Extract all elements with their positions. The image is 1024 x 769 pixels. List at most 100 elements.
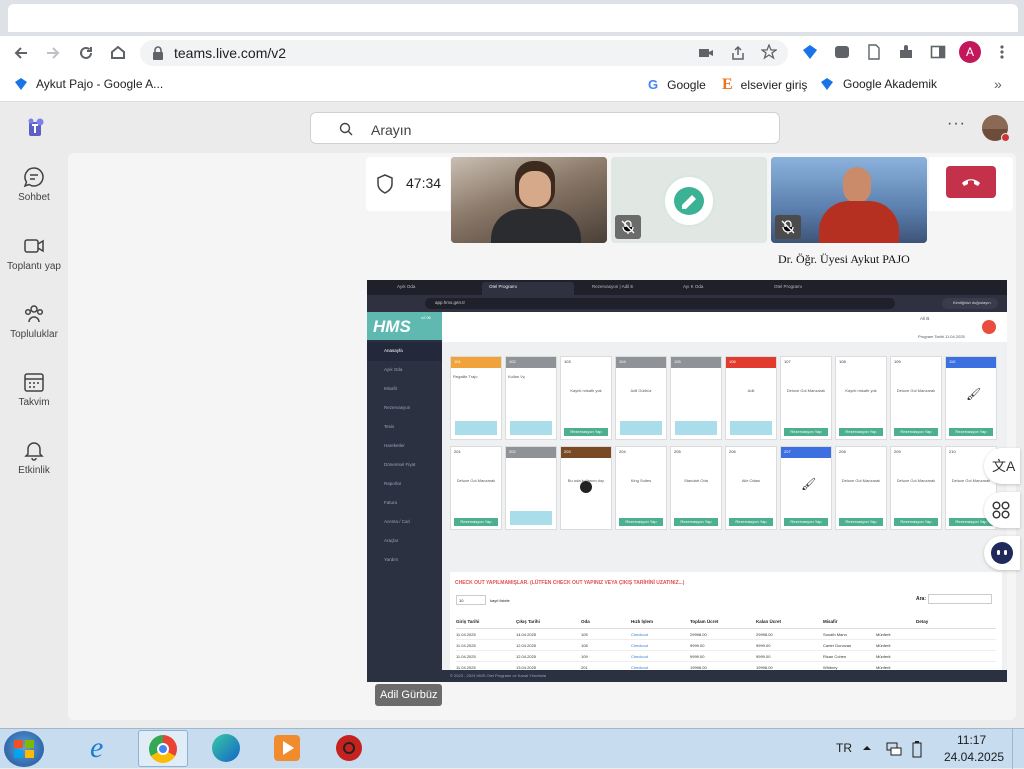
reservation-button[interactable]: Rezervasyon Yap <box>674 518 718 526</box>
taskbar-edge[interactable] <box>200 731 250 767</box>
hms-avatar[interactable] <box>982 320 996 334</box>
room-card[interactable]: 201 Deluxe Gol Manzaralı Rezervasyon Yap <box>450 446 502 530</box>
address-bar[interactable]: teams.live.com/v2 <box>140 40 788 66</box>
extension-icon[interactable] <box>834 44 850 60</box>
more-options-icon[interactable]: ··· <box>947 115 966 133</box>
room-card[interactable]: 209 Deluxe Gol Manzaralı Rezervasyon Yap <box>890 446 942 530</box>
shield-icon[interactable] <box>376 174 394 194</box>
table-row[interactable]: 11.04.2025 14.04.2025 105 Checkout 29998.00 2… <box>456 629 996 640</box>
rail-item-activity[interactable]: Etkinlik <box>0 439 68 476</box>
back-icon[interactable] <box>12 44 30 62</box>
teams-logo-icon[interactable] <box>24 117 46 139</box>
taskbar-app[interactable] <box>324 731 374 767</box>
column-header[interactable]: Oda <box>581 619 590 624</box>
room-card[interactable]: 206 Aile Odası Rezervasyon Yap <box>725 446 777 530</box>
table-cell[interactable]: Checkout <box>631 632 648 637</box>
hms-menu-item[interactable]: Hareketler <box>367 437 442 456</box>
bookmark-item[interactable]: G Google <box>648 77 706 92</box>
translate-button[interactable]: 文A <box>984 448 1020 484</box>
clock-time[interactable]: 11:17 <box>957 733 986 747</box>
room-card[interactable]: 104 Adil Gürbüz <box>615 356 667 440</box>
reload-icon[interactable] <box>77 44 95 62</box>
browser-tab-active[interactable] <box>8 4 1018 32</box>
camera-blocked-icon[interactable] <box>698 46 714 60</box>
room-card[interactable]: 101 Regaille Trajo <box>450 356 502 440</box>
hms-menu-item[interactable]: Dönemsel Fiyat <box>367 456 442 475</box>
room-card[interactable]: 208 Deluxe Gol Manzaralı Rezervasyon Yap <box>835 446 887 530</box>
hms-menu-item[interactable]: Acenta / Cari <box>367 513 442 532</box>
hms-menu-item[interactable]: Raporlar <box>367 475 442 494</box>
reservation-button[interactable]: Rezervasyon Yap <box>784 518 828 526</box>
room-card[interactable]: 103 Kayıtlı misafir yok Rezervasyon Yap <box>560 356 612 440</box>
bookmark-item[interactable]: Google Akademik <box>820 77 937 91</box>
table-cell[interactable]: Checkout <box>631 654 648 659</box>
reservation-button[interactable]: Rezervasyon Yap <box>839 518 883 526</box>
rail-item-meet[interactable]: Toplantı yap <box>0 235 68 272</box>
room-card[interactable]: 108 Kayıtlı misafir yok Rezervasyon Yap <box>835 356 887 440</box>
clock-date[interactable]: 24.04.2025 <box>944 750 1004 764</box>
profile-avatar[interactable]: A <box>959 41 981 63</box>
tray-expand-icon[interactable] <box>862 743 872 753</box>
rail-item-calendar[interactable]: Takvim <box>0 371 68 408</box>
puzzle-icon[interactable] <box>898 44 914 60</box>
reservation-button[interactable]: Rezervasyon Yap <box>454 518 498 526</box>
column-header[interactable]: Toplam Ücret <box>690 619 718 624</box>
column-header[interactable]: Çıkış Tarihi <box>516 619 540 624</box>
reservation-button[interactable]: Rezervasyon Yap <box>839 428 883 436</box>
reservation-button[interactable]: Rezervasyon Yap <box>894 428 938 436</box>
forward-icon[interactable] <box>44 44 62 62</box>
room-card[interactable]: 110 Rezervasyon Yap 🖌 <box>945 356 997 440</box>
rail-item-communities[interactable]: Topluluklar <box>0 303 68 340</box>
hms-menu-item[interactable]: Rezervasyon <box>367 399 442 418</box>
input-language[interactable]: TR <box>836 741 852 755</box>
battery-icon[interactable] <box>912 740 922 758</box>
hms-menu-item[interactable]: Ayık Oda <box>367 361 442 380</box>
extension-icon[interactable] <box>802 44 818 60</box>
start-button[interactable] <box>4 731 44 767</box>
assistant-button[interactable] <box>984 536 1020 570</box>
room-card[interactable]: 205 Standart Oda Rezervasyon Yap <box>670 446 722 530</box>
page-size-select[interactable]: 10 <box>456 595 486 605</box>
bookmarks-more-icon[interactable]: » <box>994 76 1002 92</box>
sidepanel-icon[interactable] <box>930 44 946 60</box>
reservation-button[interactable]: Rezervasyon Yap <box>729 518 773 526</box>
shared-screen[interactable]: Ayık Oda Otel Programı Rezervasyon | Adi… <box>367 280 1007 682</box>
room-card[interactable]: 105 <box>670 356 722 440</box>
hms-menu-item[interactable]: Araçlar <box>367 532 442 551</box>
room-card[interactable]: 109 Deluxe Gol Manzaralı Rezervasyon Yap <box>890 356 942 440</box>
column-header[interactable]: Kalan Ücret <box>756 619 781 624</box>
show-desktop-button[interactable] <box>1012 729 1024 769</box>
apps-button[interactable] <box>984 492 1020 528</box>
room-card[interactable]: 204 King Suites Rezervasyon Yap <box>615 446 667 530</box>
bookmark-item[interactable]: E elsevier giriş <box>722 76 807 94</box>
hms-menu-item[interactable]: Anasayfa <box>367 342 442 361</box>
table-row[interactable]: 11.04.2025 12.04.2025 108 Checkout 9999.00 99… <box>456 640 996 651</box>
document-icon[interactable] <box>866 44 882 60</box>
room-card[interactable]: 106 Adil <box>725 356 777 440</box>
column-header[interactable]: Misafir <box>823 619 838 624</box>
reservation-button[interactable]: Rezervasyon Yap <box>949 428 993 436</box>
reservation-button[interactable]: Rezervasyon Yap <box>894 518 938 526</box>
table-search-input[interactable] <box>928 594 992 604</box>
column-header[interactable]: Hızlı İşlem <box>631 619 653 624</box>
room-card[interactable]: 202 <box>505 446 557 530</box>
rail-item-chat[interactable]: Sohbet <box>0 166 68 203</box>
video-tile[interactable] <box>451 157 607 243</box>
table-cell[interactable]: Checkout <box>631 643 648 648</box>
hms-menu-item[interactable]: Yardım <box>367 551 442 570</box>
hms-menu-item[interactable]: Misafir <box>367 380 442 399</box>
table-row[interactable]: 11.04.2025 12.04.2025 109 Checkout 9999.00 99… <box>456 651 996 662</box>
bookmark-star-icon[interactable] <box>761 44 777 60</box>
reservation-button[interactable]: Rezervasyon Yap <box>564 428 608 436</box>
room-card[interactable]: 102 Kullan Vç <box>505 356 557 440</box>
hms-menu-item[interactable]: Fatura <box>367 494 442 513</box>
hms-menu-item[interactable]: Tesis <box>367 418 442 437</box>
reservation-button[interactable]: Rezervasyon Yap <box>619 518 663 526</box>
share-icon[interactable] <box>730 45 746 61</box>
taskbar-ie[interactable]: e <box>80 731 130 767</box>
column-header[interactable]: Giriş Tarihi <box>456 619 479 624</box>
reservation-button[interactable]: Rezervasyon Yap <box>784 428 828 436</box>
video-tile[interactable] <box>611 157 767 243</box>
taskbar-chrome[interactable] <box>138 730 188 767</box>
home-icon[interactable] <box>109 43 127 61</box>
